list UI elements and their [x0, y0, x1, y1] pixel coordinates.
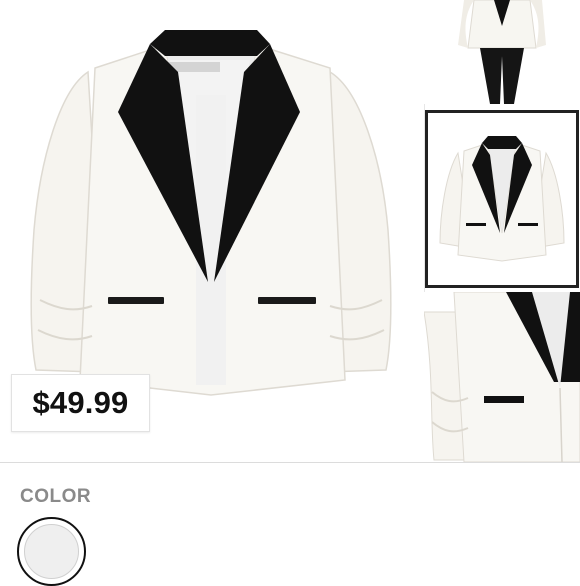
thumbnail-model[interactable]: [424, 0, 580, 104]
section-divider: [0, 462, 580, 463]
image-gallery: $49.99: [0, 0, 580, 462]
color-swatch-selected[interactable]: [17, 517, 86, 586]
product-price: $49.99: [32, 385, 129, 420]
blazer-front-thumbnail-icon: [439, 136, 565, 262]
thumbnail-detail[interactable]: [424, 292, 580, 462]
thumbnail-front[interactable]: [425, 110, 579, 288]
color-label: COLOR: [20, 486, 92, 507]
blazer-detail-thumbnail-icon: [424, 292, 580, 462]
price-tag: $49.99: [11, 374, 150, 432]
model-wearing-blazer-thumbnail-icon: [458, 0, 546, 104]
color-swatch-white: [24, 524, 79, 579]
thumbnail-strip: [424, 0, 580, 462]
